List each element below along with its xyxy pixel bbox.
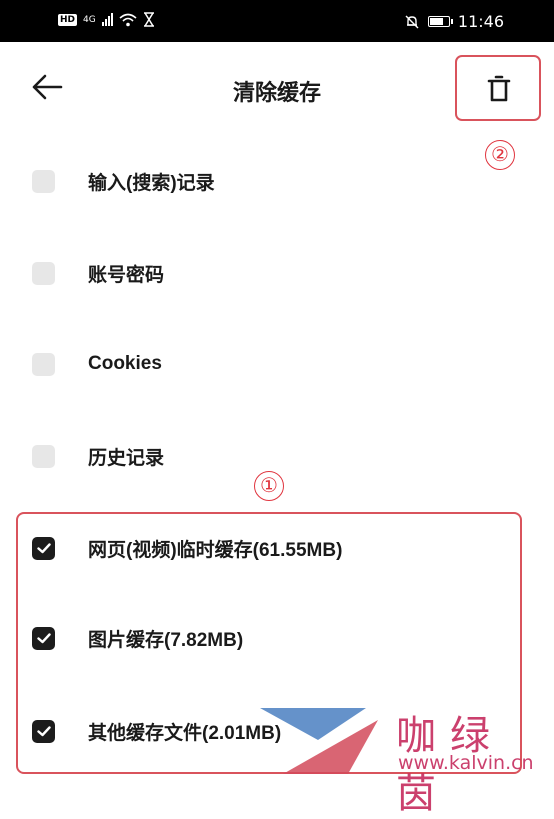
cache-item-label: 历史记录	[88, 447, 165, 469]
trash-icon	[487, 75, 511, 102]
clock: 11:46	[457, 12, 504, 31]
watermark-url: www.kalvin.cn	[398, 752, 534, 774]
cache-item-history[interactable]: 历史记录	[32, 436, 164, 476]
hourglass-icon	[143, 12, 154, 27]
mute-bell-icon	[405, 15, 419, 28]
cache-item-image-cache[interactable]: 图片缓存(7.82MB)	[32, 618, 243, 658]
cache-item-label: Cookies	[88, 353, 162, 374]
cache-item-search-history[interactable]: 输入(搜索)记录	[32, 161, 215, 201]
signal-icon	[101, 13, 113, 26]
wifi-icon	[119, 13, 137, 26]
delete-cache-button[interactable]	[455, 55, 541, 121]
checkbox[interactable]	[32, 261, 55, 285]
status-bar: HD 4G 11:46	[0, 0, 554, 42]
checkmark-icon	[36, 632, 51, 643]
checkbox[interactable]	[32, 352, 55, 376]
cache-item-other-files[interactable]: 其他缓存文件(2.01MB)	[32, 711, 281, 751]
cache-item-web-temp[interactable]: 网页(视频)临时缓存(61.55MB)	[32, 528, 342, 568]
status-right: 11:46	[404, 12, 504, 31]
cache-item-label: 输入(搜索)记录	[88, 172, 215, 194]
cache-item-label: 账号密码	[88, 264, 165, 286]
network-type: 4G	[83, 14, 96, 25]
checkbox[interactable]	[32, 169, 55, 193]
checkbox-checked[interactable]	[32, 626, 55, 650]
cache-item-label: 其他缓存文件(2.01MB)	[88, 722, 282, 744]
cache-item-cookies[interactable]: Cookies	[32, 344, 162, 384]
checkbox-checked[interactable]	[32, 719, 55, 743]
watermark-logo	[260, 708, 378, 774]
battery-icon	[427, 16, 453, 27]
cache-item-label: 图片缓存(7.82MB)	[88, 629, 244, 651]
checkbox[interactable]	[32, 444, 55, 468]
hd-badge: HD	[58, 13, 78, 26]
annotation-marker-2: ②	[485, 140, 515, 170]
cache-item-label: 网页(视频)临时缓存(61.55MB)	[88, 539, 343, 561]
checkbox-checked[interactable]	[32, 536, 55, 560]
status-left: HD 4G	[58, 12, 155, 27]
cache-item-passwords[interactable]: 账号密码	[32, 253, 164, 293]
annotation-marker-1: ①	[254, 471, 284, 501]
checkmark-icon	[36, 542, 51, 553]
checkmark-icon	[36, 725, 51, 736]
